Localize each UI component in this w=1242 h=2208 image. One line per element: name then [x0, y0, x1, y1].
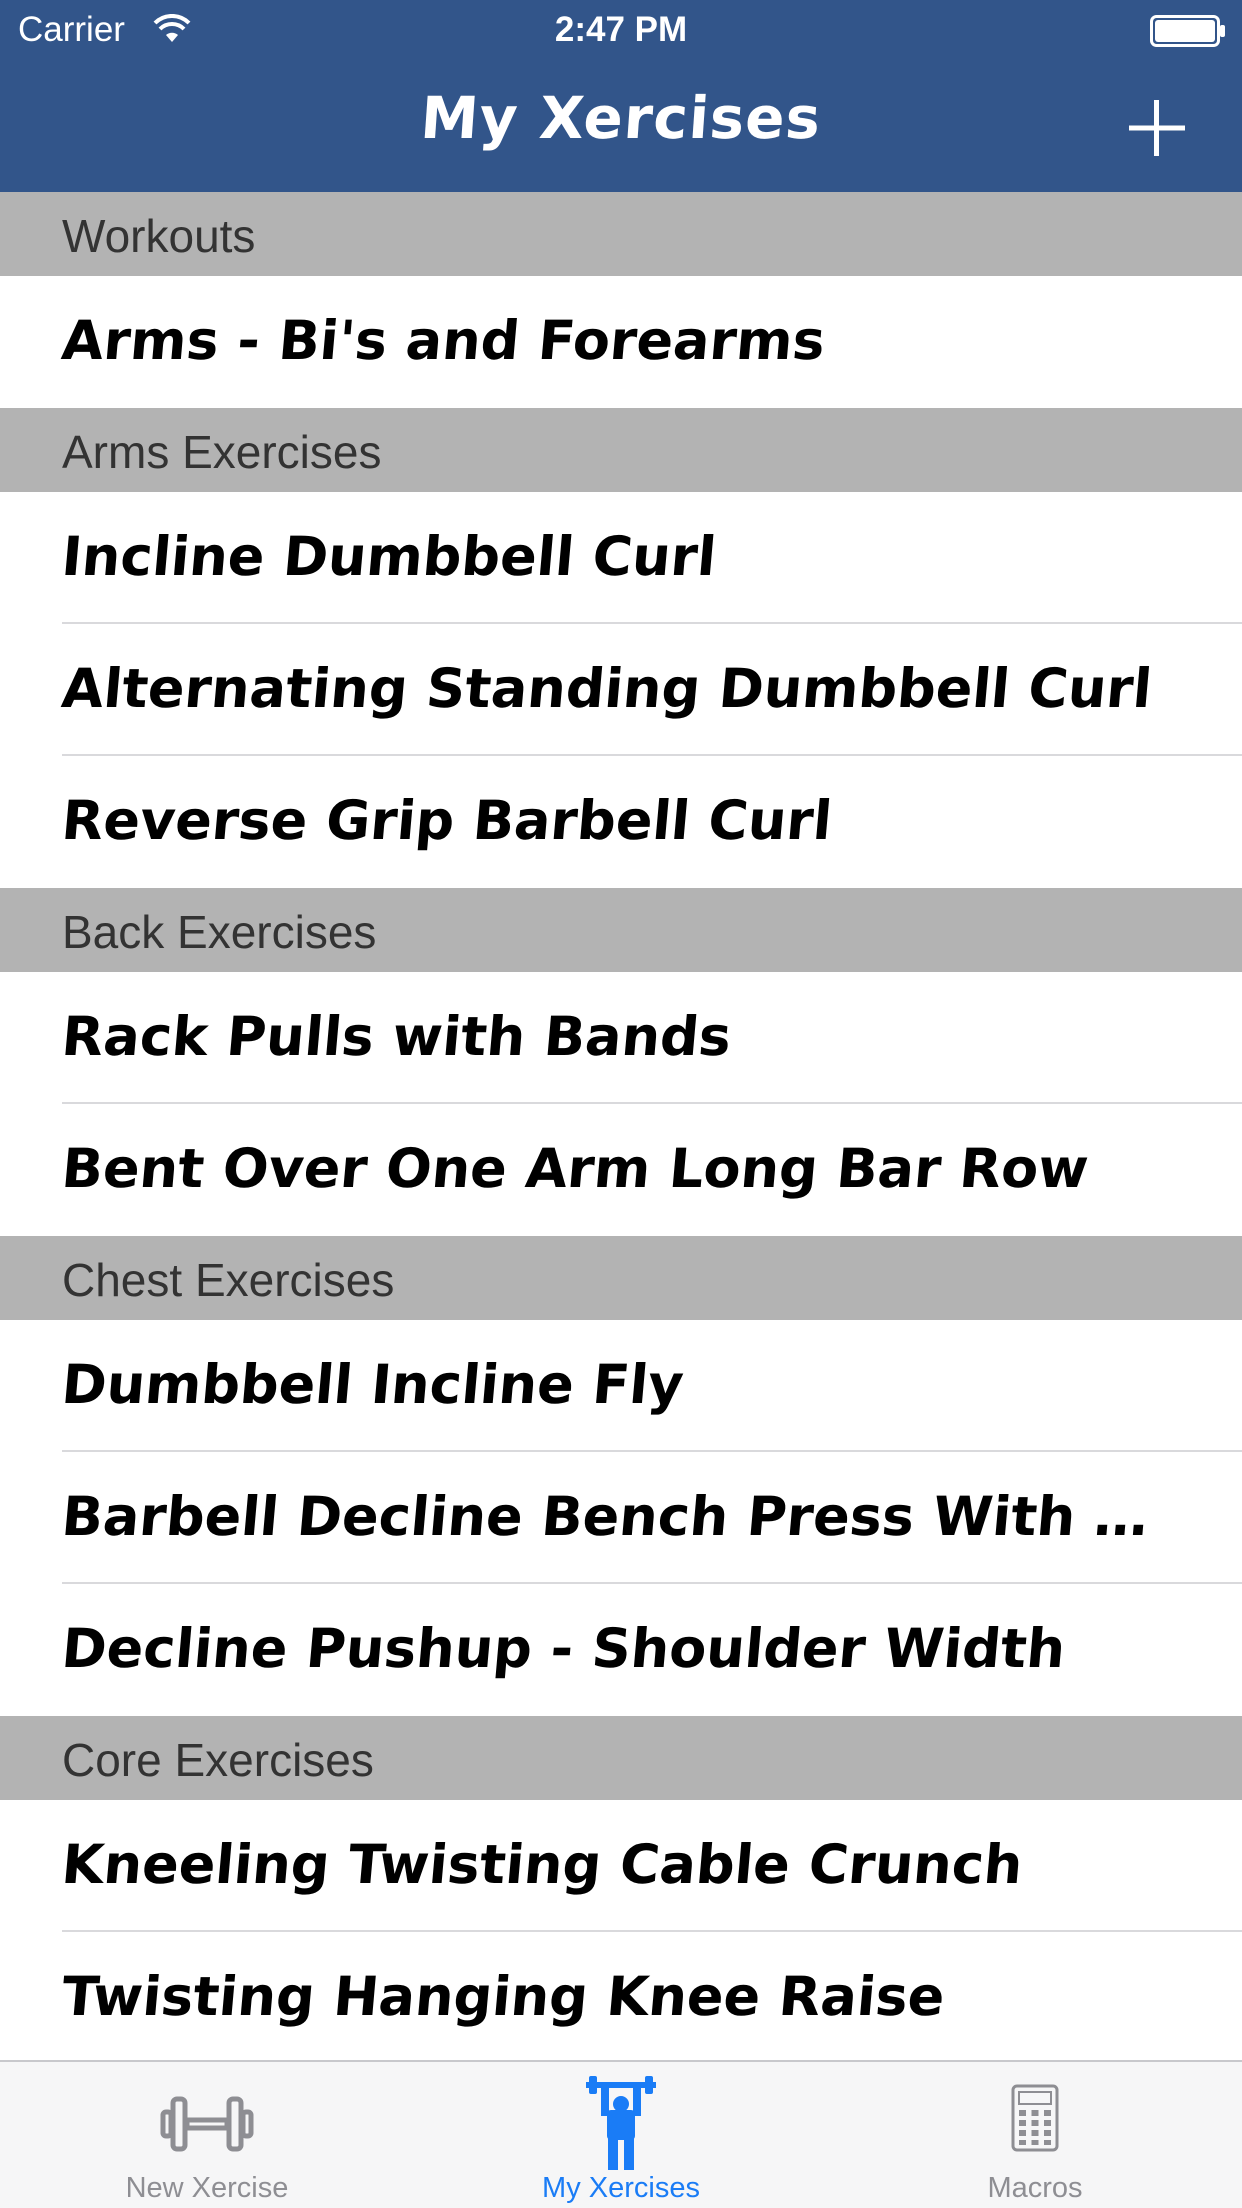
status-time: 2:47 PM: [554, 10, 688, 49]
exercise-row[interactable]: Dumbbell Incline Fly: [0, 1320, 1242, 1452]
exercise-name: Reverse Grip Barbell Curl: [59, 789, 835, 852]
dumbbell-icon: [160, 2096, 254, 2152]
exercise-row[interactable]: Bent Over One Arm Long Bar Row: [0, 1104, 1242, 1236]
exercise-name: Rack Pulls with Bands: [59, 1005, 734, 1068]
exercise-name: Incline Dumbbell Curl: [59, 525, 719, 588]
exercise-row[interactable]: Kneeling Twisting Cable Crunch: [0, 1800, 1242, 1932]
exercise-name: Bent Over One Arm Long Bar Row: [59, 1137, 1092, 1200]
tab-my-xercises[interactable]: My Xercises: [414, 2062, 828, 2208]
exercise-row[interactable]: Incline Dumbbell Curl: [0, 492, 1242, 624]
section-header: Back Exercises: [0, 888, 1242, 972]
status-bar: Carrier 2:47 PM: [0, 0, 1242, 60]
exercise-name: Kneeling Twisting Cable Crunch: [59, 1833, 1026, 1896]
section-header: Core Exercises: [0, 1716, 1242, 1800]
tab-bar: New Xercise My Xercises Macros: [0, 2060, 1242, 2208]
exercise-name: Arms - Bi's and Forearms: [59, 309, 828, 372]
weightlifter-icon: [586, 2076, 656, 2170]
tab-label: New Xercise: [125, 2172, 289, 2204]
tab-new-xercise[interactable]: New Xercise: [0, 2062, 414, 2208]
battery-icon: [1150, 15, 1225, 47]
section-header: Workouts: [0, 192, 1242, 276]
exercise-list[interactable]: Workouts Arms - Bi's and Forearms Arms Exe…: [0, 192, 1242, 2060]
tab-label: My Xercises: [542, 2172, 700, 2204]
navigation-bar: Carrier 2:47 PM My Xercises: [0, 0, 1242, 192]
exercise-row[interactable]: Twisting Hanging Knee Raise: [0, 1932, 1242, 2060]
exercise-row[interactable]: Rack Pulls with Bands: [0, 972, 1242, 1104]
exercise-name: Dumbbell Incline Fly: [59, 1353, 687, 1416]
exercise-name: Alternating Standing Dumbbell Curl: [59, 657, 1155, 720]
tab-label: Macros: [987, 2172, 1083, 2204]
plus-icon[interactable]: [1120, 92, 1194, 166]
section-header: Arms Exercises: [0, 408, 1242, 492]
page-title: My Xercises: [418, 84, 824, 152]
calculator-icon: [1011, 2084, 1059, 2152]
section-header: Chest Exercises: [0, 1236, 1242, 1320]
tab-macros[interactable]: Macros: [828, 2062, 1242, 2208]
exercise-row[interactable]: Arms - Bi's and Forearms: [0, 276, 1242, 408]
exercise-name: Decline Pushup - Shoulder Width: [59, 1617, 1068, 1680]
exercise-name: Twisting Hanging Knee Raise: [59, 1965, 948, 2028]
exercise-row[interactable]: Decline Pushup - Shoulder Width: [0, 1584, 1242, 1716]
exercise-row[interactable]: Reverse Grip Barbell Curl: [0, 756, 1242, 888]
exercise-row[interactable]: Barbell Decline Bench Press With Bands -…: [0, 1452, 1242, 1584]
exercise-name: Barbell Decline Bench Press With Bands -…: [59, 1485, 1178, 1548]
exercise-row[interactable]: Alternating Standing Dumbbell Curl: [0, 624, 1242, 756]
